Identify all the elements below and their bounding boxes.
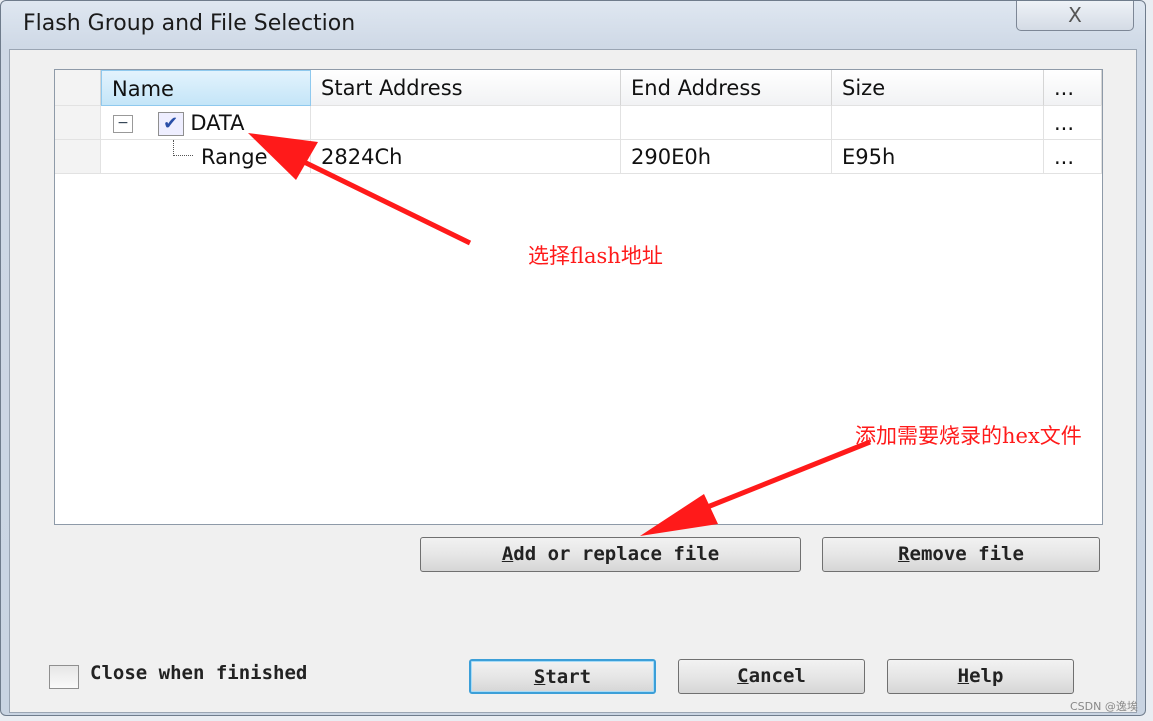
arrow-line-select <box>298 157 472 246</box>
annotation-add-hex: 添加需要烧录的hex文件 <box>855 424 1082 448</box>
annotation-select-flash: 选择flash地址 <box>528 244 663 268</box>
annotation-arrows <box>248 133 871 536</box>
arrow-head-add <box>640 494 718 536</box>
watermark: CSDN @逸埃 <box>1070 700 1138 713</box>
arrow-head-select <box>248 133 318 180</box>
arrow-line-add <box>699 439 871 513</box>
